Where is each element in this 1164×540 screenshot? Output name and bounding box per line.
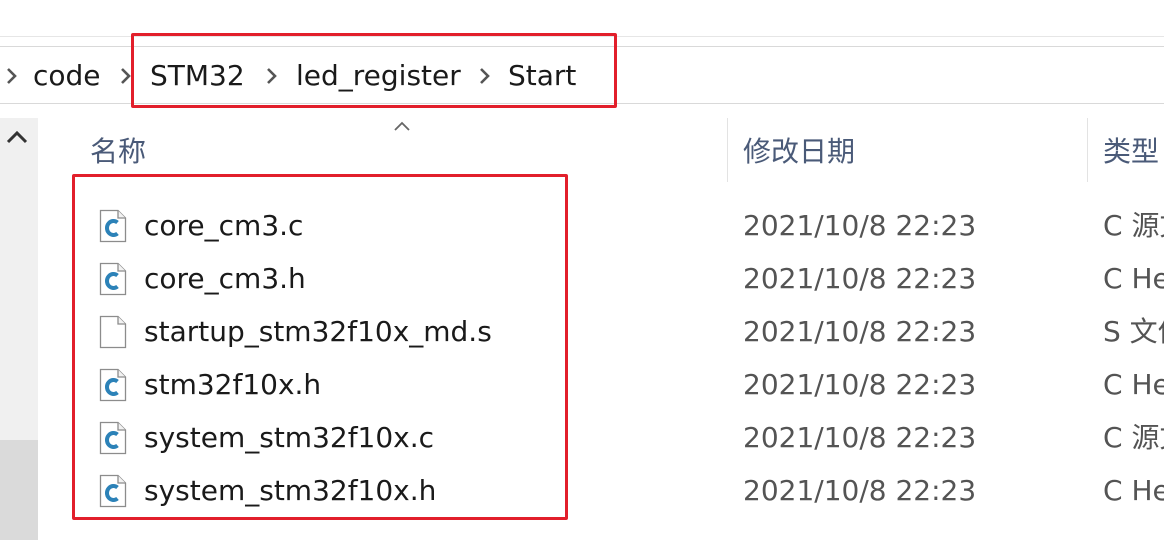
scroll-up-arrow-icon[interactable] [5,128,29,148]
file-date-modified: 2021/10/8 22:23 [743,368,977,401]
chevron-right-icon[interactable] [118,66,134,86]
nav-pane-scrollbar[interactable] [0,118,38,540]
file-row[interactable]: system_stm32f10x.c 2021/10/8 22:23 C 源文 [40,412,1164,465]
file-type: C Hea [1103,474,1164,507]
c-header-file-icon [99,368,127,402]
file-row[interactable]: system_stm32f10x.h 2021/10/8 22:23 C Hea [40,465,1164,518]
column-divider[interactable] [1087,118,1088,182]
file-row[interactable]: stm32f10x.h 2021/10/8 22:23 C Hea [40,359,1164,412]
c-header-file-icon [99,262,127,296]
file-type: C Hea [1103,368,1164,401]
file-type: C 源文 [1103,421,1164,454]
file-name[interactable]: system_stm32f10x.h [144,472,436,510]
file-name[interactable]: stm32f10x.h [144,366,321,404]
toolbar-area [0,0,1164,36]
file-name[interactable]: system_stm32f10x.c [144,419,434,457]
chevron-right-icon[interactable] [264,66,280,86]
c-source-file-icon [99,421,127,455]
file-date-modified: 2021/10/8 22:23 [743,209,977,242]
divider [0,36,1164,37]
file-name[interactable]: core_cm3.c [144,207,303,245]
file-type: C 源文 [1103,209,1164,242]
column-header-date-modified[interactable]: 修改日期 [743,133,855,171]
file-date-modified: 2021/10/8 22:23 [743,421,977,454]
scrollbar-thumb[interactable] [0,440,38,540]
file-date-modified: 2021/10/8 22:23 [743,262,977,295]
column-divider[interactable] [727,118,728,182]
file-row[interactable]: startup_stm32f10x_md.s 2021/10/8 22:23 S 文… [40,306,1164,359]
file-row[interactable]: core_cm3.c 2021/10/8 22:23 C 源文 [40,200,1164,253]
breadcrumb-item-code[interactable]: code [33,57,101,95]
c-header-file-icon [99,474,127,508]
chevron-right-icon[interactable] [477,66,493,86]
generic-file-icon [99,315,127,349]
file-type: S 文件 [1103,315,1164,348]
file-date-modified: 2021/10/8 22:23 [743,315,977,348]
breadcrumb-item-stm32[interactable]: STM32 [150,57,245,95]
file-row[interactable]: core_cm3.h 2021/10/8 22:23 C Hea [40,253,1164,306]
column-header-type[interactable]: 类型 [1103,133,1159,171]
column-header-name[interactable]: 名称 [90,133,146,171]
sort-ascending-icon [393,120,411,132]
file-type: C Hea [1103,262,1164,295]
chevron-right-icon[interactable] [4,66,20,86]
c-source-file-icon [99,209,127,243]
breadcrumb-item-led-register[interactable]: led_register [296,57,461,95]
file-date-modified: 2021/10/8 22:23 [743,474,977,507]
file-name[interactable]: startup_stm32f10x_md.s [144,313,492,351]
breadcrumb-item-start[interactable]: Start [508,57,576,95]
file-name[interactable]: core_cm3.h [144,260,306,298]
